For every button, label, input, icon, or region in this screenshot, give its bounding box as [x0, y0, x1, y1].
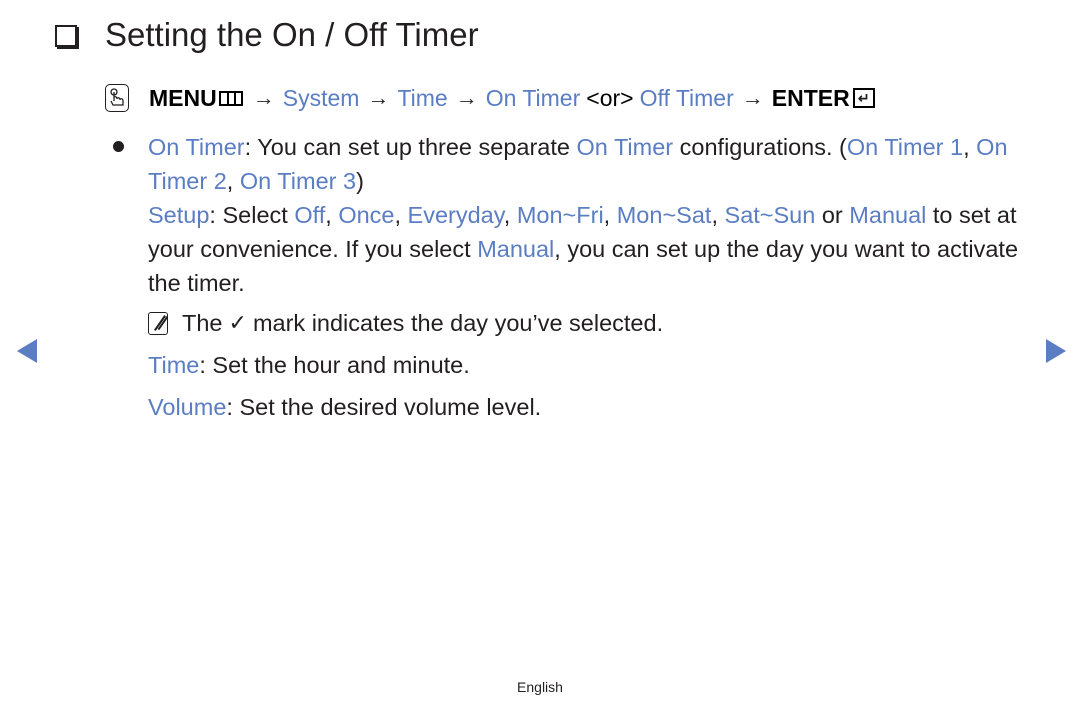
setup-option: Sat~Sun	[724, 202, 816, 228]
separator: ,	[226, 168, 240, 194]
previous-page-arrow-icon[interactable]	[17, 339, 37, 363]
text: : Select	[209, 202, 295, 228]
term-time: Time	[148, 352, 200, 378]
checkmark-icon: ✓	[228, 310, 247, 335]
term-setup: Setup	[148, 202, 210, 228]
separator: ,	[963, 134, 977, 160]
text: : You can set up three separate	[244, 134, 577, 160]
term-volume: Volume	[148, 394, 227, 420]
note-icon	[148, 311, 168, 335]
page-title-row: Setting the On / Off Timer	[55, 16, 479, 54]
setup-option-manual: Manual	[849, 202, 927, 228]
on-timer-item: On Timer 1	[846, 134, 964, 160]
text: : Set the desired volume level.	[226, 394, 542, 420]
separator: ,	[325, 202, 339, 228]
arrow: →	[455, 85, 478, 110]
text: or	[815, 202, 843, 228]
term-on-timer: On Timer	[148, 134, 245, 160]
note-text: mark indicates the day you’ve selected.	[252, 310, 664, 336]
separator: ,	[603, 202, 617, 228]
menu-path: MENU → System → Time → On Timer <or> Off…	[105, 84, 875, 112]
on-timer-item: On Timer 3	[239, 168, 357, 194]
arrow: →	[741, 85, 764, 110]
term-on-timer: On Timer	[576, 134, 674, 160]
text: : Set the hour and minute.	[199, 352, 470, 378]
footer-language: English	[517, 679, 563, 695]
setup-option: Mon~Sat	[616, 202, 712, 228]
next-page-arrow-icon[interactable]	[1046, 339, 1066, 363]
separator: ,	[503, 202, 517, 228]
path-step-time: Time	[397, 84, 448, 111]
setup-option: Mon~Fri	[516, 202, 604, 228]
note: The ✓ mark indicates the day you’ve sele…	[148, 306, 1038, 340]
or-label: <or>	[586, 84, 634, 111]
time-paragraph: Time: Set the hour and minute.	[148, 348, 1038, 382]
path-step-on-timer: On Timer	[485, 84, 581, 111]
bullet-icon	[113, 141, 124, 152]
text: )	[356, 168, 364, 194]
on-timer-paragraph: On Timer: You can set up three separate …	[148, 130, 1038, 198]
menu-label: MENU	[149, 84, 217, 111]
volume-paragraph: Volume: Set the desired volume level.	[148, 390, 1038, 424]
enter-icon: ↵	[852, 88, 875, 108]
om-remote-icon	[105, 84, 129, 112]
setup-option: Once	[338, 202, 395, 228]
setup-option: Everyday	[407, 202, 504, 228]
path-step-off-timer: Off Timer	[639, 84, 734, 111]
menu-grid-icon	[218, 90, 243, 106]
path-step-system: System	[282, 84, 360, 111]
separator: ,	[394, 202, 408, 228]
text: configurations. (	[673, 134, 847, 160]
content-body: On Timer: You can set up three separate …	[148, 130, 1038, 424]
setup-option-manual: Manual	[477, 236, 555, 262]
checkbox-square-icon	[55, 25, 77, 47]
arrow: →	[367, 85, 390, 110]
note-text: The	[182, 310, 223, 336]
hand-pointer-icon	[110, 88, 124, 106]
enter-label: ENTER	[771, 84, 850, 111]
setup-paragraph: Setup: Select Off, Once, Everyday, Mon~F…	[148, 198, 1038, 300]
page-title: Setting the On / Off Timer	[105, 16, 479, 53]
arrow: →	[252, 85, 275, 110]
setup-option: Off	[294, 202, 326, 228]
separator: ,	[711, 202, 725, 228]
